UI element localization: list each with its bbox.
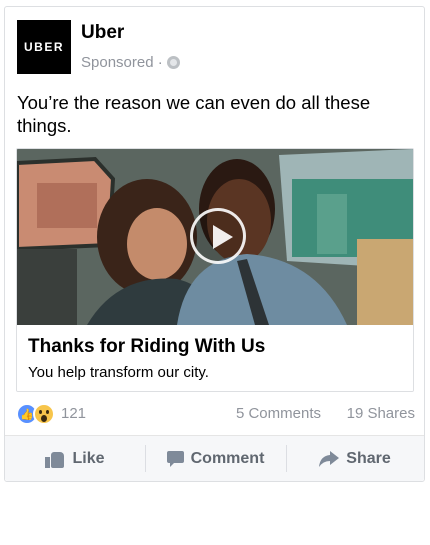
page-avatar[interactable]: UBER <box>17 20 71 74</box>
post-text: You’re the reason we can even do all the… <box>17 92 371 136</box>
link-attachment[interactable]: Thanks for Riding With Us You help trans… <box>16 148 414 392</box>
link-description: You help transform our city. <box>28 364 209 381</box>
comments-count[interactable]: 5 Comments <box>236 405 321 422</box>
action-bar: Like Comment Share <box>5 436 424 481</box>
play-icon[interactable] <box>190 208 246 264</box>
reaction-count[interactable]: 121 <box>61 405 86 422</box>
post-meta: Sponsored · <box>81 54 180 71</box>
video-thumbnail[interactable] <box>17 149 413 325</box>
post-header: UBER Uber Sponsored · <box>17 20 407 76</box>
link-title[interactable]: Thanks for Riding With Us <box>28 336 265 358</box>
comment-icon <box>166 450 184 467</box>
reactions-bar: 👍 121 5 Comments 19 Shares <box>17 403 415 425</box>
sponsored-label[interactable]: Sponsored · <box>81 54 163 71</box>
shares-count[interactable]: 19 Shares <box>347 405 415 422</box>
like-label: Like <box>72 449 105 467</box>
wow-reaction-icon[interactable] <box>33 403 55 425</box>
page-name-link[interactable]: Uber <box>81 22 124 44</box>
comment-label: Comment <box>190 449 265 467</box>
sponsored-post-card: UBER Uber Sponsored · You’re the reason … <box>4 6 425 482</box>
share-button[interactable]: Share <box>286 436 424 481</box>
comment-button[interactable]: Comment <box>145 436 286 481</box>
logo-text: UBER <box>23 40 64 54</box>
share-icon <box>319 450 340 467</box>
globe-icon <box>166 56 180 69</box>
like-button[interactable]: Like <box>5 436 145 481</box>
link-info[interactable]: Thanks for Riding With Us You help trans… <box>17 325 413 391</box>
thumbs-up-icon <box>45 450 65 468</box>
share-label: Share <box>346 449 391 467</box>
